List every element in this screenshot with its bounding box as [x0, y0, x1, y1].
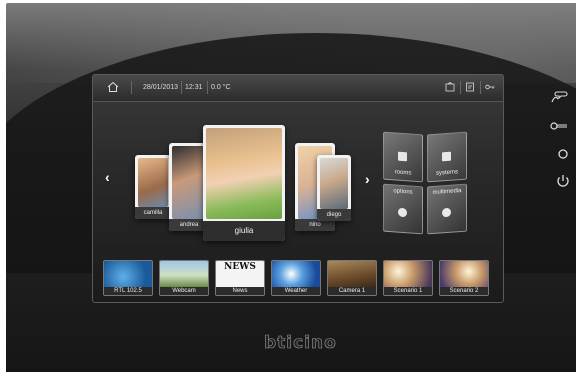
contacts-carousel: ‹ camilla andrea nino diego giulia › [93, 101, 370, 251]
tile-label: rooms [394, 169, 412, 177]
contact-label: camilla [135, 207, 171, 219]
tile-options[interactable]: options [383, 183, 423, 235]
status-date: 28/01/2013 [143, 84, 179, 91]
shortcut-bar: RTL 102.5 Webcam NEWS News Weather Camer… [103, 260, 493, 296]
options-icon [398, 207, 407, 218]
multimedia-play-icon [442, 207, 451, 218]
shortcut-label: Webcam [160, 287, 208, 295]
contact-label: giulia [203, 221, 285, 241]
carousel-next-arrow[interactable]: › [365, 171, 370, 187]
tile-label: systems [435, 169, 458, 177]
circle-icon[interactable] [554, 145, 572, 163]
brand-logo: bticino [264, 333, 337, 354]
shortcut-label: Scenario 2 [440, 287, 488, 295]
tile-systems[interactable]: systems [427, 131, 467, 183]
contact-card-giulia[interactable]: giulia [203, 125, 285, 241]
device-bezel: 28/01/2013 12:31 0.0 °C ‹ camilla andrea… [6, 3, 576, 372]
contact-card-diego[interactable]: diego [317, 155, 351, 221]
status-temperature: 0.0 °C [211, 84, 231, 91]
shortcut-label: News [216, 287, 264, 295]
memo-icon[interactable] [465, 82, 475, 92]
shortcut-label: Weather [272, 287, 320, 295]
shortcut-rtl-radio[interactable]: RTL 102.5 [103, 260, 153, 296]
shortcut-label: RTL 102.5 [104, 287, 152, 295]
home-icon[interactable] [107, 81, 119, 93]
answer-icon[interactable] [550, 87, 568, 105]
photo-frame-icon[interactable] [445, 82, 455, 92]
shortcut-camera-1[interactable]: Camera 1 [327, 260, 377, 296]
status-bar: 28/01/2013 12:31 0.0 °C [93, 75, 503, 102]
shortcut-scenario-1[interactable]: Scenario 1 [383, 260, 433, 296]
touch-screen: 28/01/2013 12:31 0.0 °C ‹ camilla andrea… [92, 74, 504, 303]
shortcut-label: Scenario 1 [384, 287, 432, 295]
power-icon[interactable] [554, 172, 572, 190]
shortcut-scenario-2[interactable]: Scenario 2 [439, 260, 489, 296]
tile-multimedia[interactable]: multimedia [427, 183, 467, 235]
carousel-prev-arrow[interactable]: ‹ [105, 169, 110, 185]
news-masthead: NEWS [224, 262, 256, 272]
shortcut-label: Camera 1 [328, 287, 376, 295]
contact-card-camilla[interactable]: camilla [135, 155, 171, 219]
contact-label: diego [317, 209, 351, 221]
key-icon[interactable] [485, 82, 495, 92]
function-tiles: rooms systems options multimedia [383, 131, 473, 243]
shortcut-webcam[interactable]: Webcam [159, 260, 209, 296]
tile-rooms[interactable]: rooms [383, 131, 423, 183]
shortcut-news[interactable]: NEWS News [215, 260, 265, 296]
systems-icon [442, 151, 451, 162]
tile-label: options [393, 188, 413, 196]
key-icon[interactable] [550, 117, 568, 135]
rooms-icon [398, 151, 407, 162]
shortcut-weather[interactable]: Weather [271, 260, 321, 296]
status-time: 12:31 [185, 84, 203, 91]
tile-label: multimedia [432, 187, 462, 197]
